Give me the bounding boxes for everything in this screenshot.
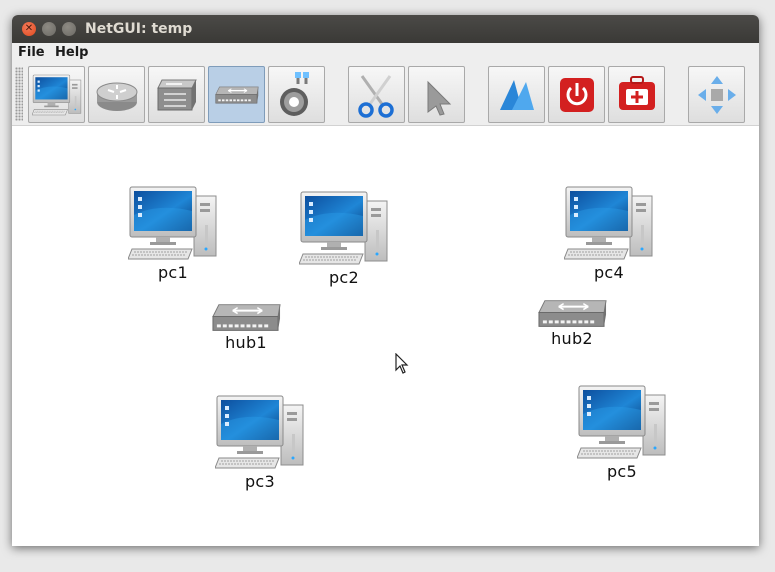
close-window-button[interactable]: ✕	[22, 22, 36, 36]
switch-icon	[157, 79, 197, 111]
cut-tool-button[interactable]	[348, 66, 405, 123]
select-tool-button[interactable]	[408, 66, 465, 123]
maximize-window-button[interactable]	[62, 22, 76, 36]
power-off-button[interactable]	[548, 66, 605, 123]
move-icon	[698, 76, 736, 114]
computer-icon	[577, 385, 666, 459]
node-hub1[interactable]: hub1	[210, 303, 282, 352]
toolbar-grip[interactable]	[15, 67, 23, 121]
node-label: pc1	[157, 263, 189, 282]
title-bar: ✕ NetGUI: temp	[12, 15, 759, 43]
pointer-icon	[427, 80, 452, 116]
node-pc3[interactable]: pc3	[215, 394, 305, 491]
minimize-window-button[interactable]	[42, 22, 56, 36]
computer-icon	[215, 395, 304, 469]
computer-icon	[564, 186, 653, 260]
power-icon	[560, 78, 594, 112]
terminal-tool-button[interactable]	[28, 66, 85, 123]
hub-icon	[215, 86, 259, 104]
router-tool-button[interactable]	[88, 66, 145, 123]
node-pc2[interactable]: pc2	[299, 190, 389, 287]
first-aid-button[interactable]	[608, 66, 665, 123]
computer-icon	[299, 191, 388, 265]
node-label: hub2	[551, 329, 593, 348]
network-canvas[interactable]: pc1 pc2 pc4 hub1 hub2 pc3 pc5	[12, 126, 759, 546]
toolbar	[12, 63, 759, 126]
cable-icon	[280, 72, 309, 116]
node-pc1[interactable]: pc1	[128, 185, 218, 282]
computer-icon	[32, 74, 82, 116]
hub-tool-button[interactable]	[208, 66, 265, 123]
node-pc4[interactable]: pc4	[564, 185, 654, 282]
start-icon	[500, 80, 534, 110]
node-pc5[interactable]: pc5	[577, 384, 667, 481]
app-window: ✕ NetGUI: temp File Help pc1 pc2 pc4 hub…	[12, 15, 759, 546]
menu-bar: File Help	[12, 43, 759, 63]
hub-icon	[211, 303, 282, 332]
window-title: NetGUI: temp	[85, 21, 193, 37]
node-label: hub1	[225, 333, 267, 352]
router-icon	[96, 82, 138, 111]
menu-file[interactable]: File	[18, 45, 45, 60]
mouse-cursor-icon	[395, 353, 409, 374]
start-tool-button[interactable]	[488, 66, 545, 123]
move-tool-button[interactable]	[688, 66, 745, 123]
node-hub2[interactable]: hub2	[536, 299, 608, 348]
node-label: pc5	[606, 462, 638, 481]
menu-help[interactable]: Help	[55, 45, 88, 60]
computer-icon	[128, 186, 217, 260]
first-aid-icon	[619, 76, 655, 110]
node-label: pc3	[244, 472, 276, 491]
scissors-icon	[358, 75, 394, 118]
hub-icon	[537, 299, 608, 328]
node-label: pc2	[328, 268, 360, 287]
link-tool-button[interactable]	[268, 66, 325, 123]
node-label: pc4	[593, 263, 625, 282]
switch-tool-button[interactable]	[148, 66, 205, 123]
